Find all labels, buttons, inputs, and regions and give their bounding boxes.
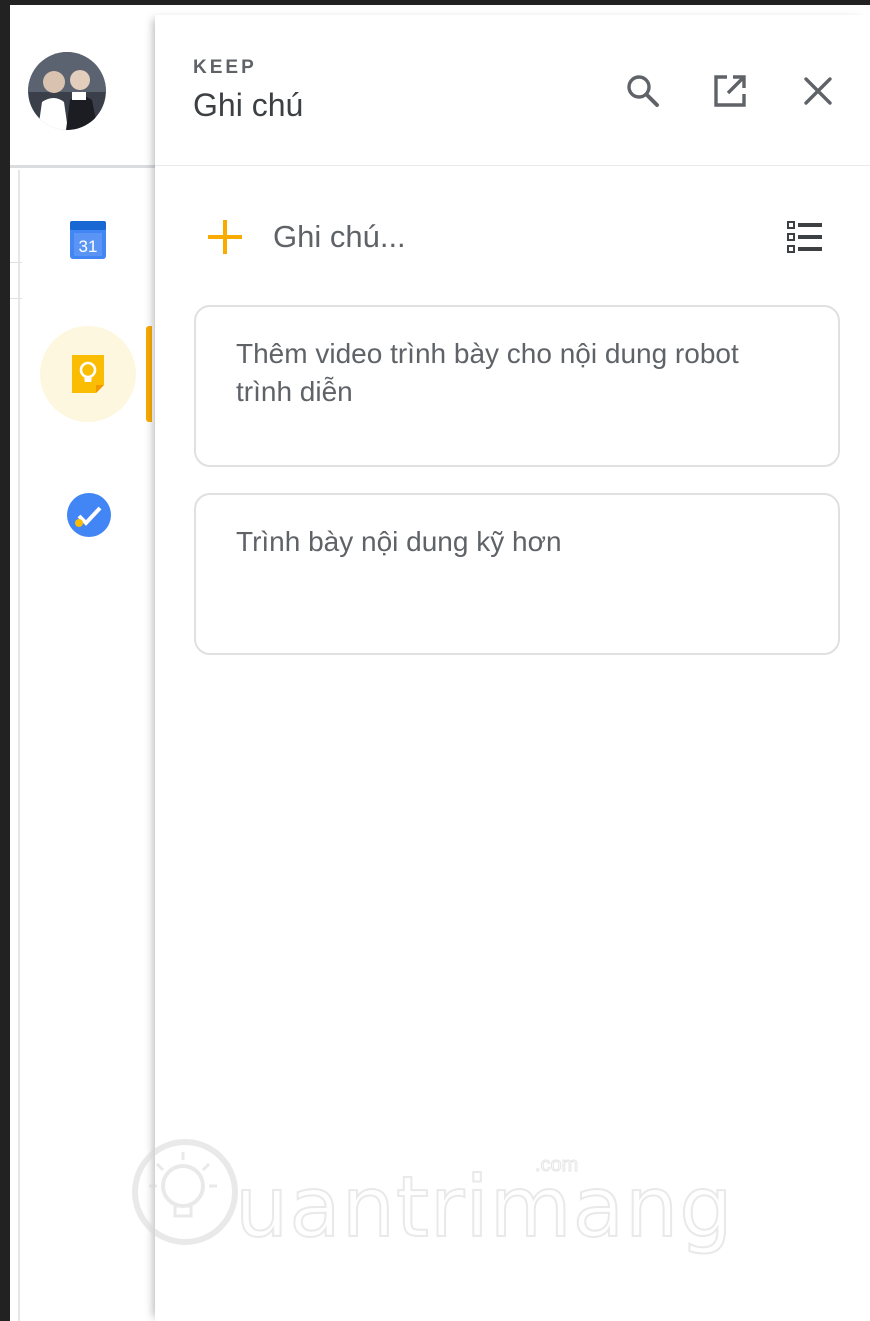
avatar[interactable] <box>28 52 106 130</box>
watermark-text: uantrimang <box>234 1157 734 1257</box>
header-divider <box>155 165 870 166</box>
rail-edge-line <box>18 170 20 1321</box>
note-card[interactable]: Thêm video trình bày cho nội dung robot … <box>194 305 840 467</box>
add-note-button[interactable] <box>203 215 247 259</box>
add-note-row[interactable]: Ghi chú... <box>203 215 843 259</box>
panel-title: Ghi chú <box>193 87 304 123</box>
avatar-image <box>28 52 106 130</box>
side-rail <box>10 5 155 1321</box>
close-button[interactable] <box>798 71 838 111</box>
note-card[interactable]: Trình bày nội dung kỹ hơn <box>194 493 840 655</box>
calendar-icon: 31 <box>70 221 106 259</box>
plus-icon <box>208 220 242 254</box>
add-note-input[interactable]: Ghi chú... <box>273 219 406 255</box>
new-list-button[interactable] <box>785 217 825 257</box>
calendar-app-button[interactable]: 31 <box>60 212 116 268</box>
watermark-domain: .com <box>534 1154 579 1177</box>
keep-side-panel: KEEP Ghi chú Ghi chú... Thêm video trình… <box>155 15 870 1321</box>
tasks-app-button[interactable] <box>62 488 116 542</box>
app-label: KEEP <box>193 57 257 78</box>
lightbulb-watermark-icon <box>132 1139 238 1245</box>
keep-icon <box>72 355 104 393</box>
calendar-day-label: 31 <box>79 237 98 256</box>
note-text: Thêm video trình bày cho nội dung robot … <box>236 338 739 407</box>
keep-app-button[interactable] <box>40 326 136 422</box>
search-button[interactable] <box>623 71 663 111</box>
watermark: uantrimang .com <box>125 1130 734 1270</box>
open-in-new-icon <box>714 75 746 107</box>
checklist-icon <box>787 221 822 253</box>
tasks-icon <box>67 493 111 537</box>
rail-divider <box>10 165 155 168</box>
search-icon <box>627 75 659 107</box>
close-icon <box>804 77 832 105</box>
rail-tick <box>10 262 22 263</box>
note-text: Trình bày nội dung kỹ hơn <box>236 526 562 557</box>
active-app-indicator <box>146 326 152 422</box>
open-in-new-tab-button[interactable] <box>710 71 750 111</box>
rail-tick <box>10 298 22 299</box>
